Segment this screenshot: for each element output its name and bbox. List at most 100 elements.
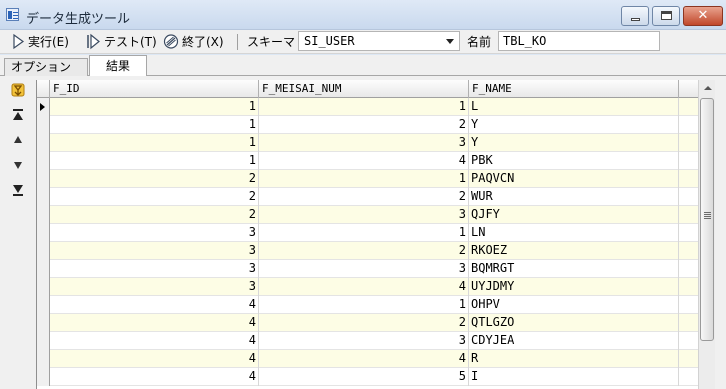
table-row[interactable]: 3 1 LN (37, 224, 698, 242)
cell-f-name[interactable]: R (469, 350, 679, 368)
cell-f-id[interactable]: 3 (50, 278, 259, 296)
cell-f-id[interactable]: 2 (50, 206, 259, 224)
cell-f-name[interactable]: CDYJEA (469, 332, 679, 350)
cell-f-name[interactable]: UYJDMY (469, 278, 679, 296)
cell-f-id[interactable]: 1 (50, 98, 259, 116)
row-header[interactable] (37, 350, 50, 368)
cell-f-name[interactable]: WUR (469, 188, 679, 206)
table-row[interactable]: 45I (37, 368, 698, 386)
close-button[interactable]: ✕ (683, 6, 723, 26)
cell-f-meisai-num[interactable]: 1 (259, 296, 469, 314)
schema-select[interactable]: SI_USER (298, 31, 460, 51)
move-down-icon[interactable] (10, 157, 26, 173)
cell-f-meisai-num[interactable]: 2 (259, 314, 469, 332)
scroll-up-icon[interactable] (699, 80, 716, 97)
cell-f-name[interactable]: I (469, 368, 679, 386)
cell-f-id[interactable]: 1 (50, 116, 259, 134)
table-row[interactable]: 3 3 BQMRGT (37, 260, 698, 278)
cell-f-id[interactable]: 4 (50, 296, 259, 314)
cell-f-meisai-num[interactable]: 1 (259, 98, 469, 116)
cell-f-id[interactable]: 4 (50, 350, 259, 368)
cell-f-id[interactable]: 3 (50, 224, 259, 242)
row-header[interactable] (37, 206, 50, 224)
cell-f-id[interactable]: 3 (50, 260, 259, 278)
cell-f-meisai-num[interactable]: 3 (259, 134, 469, 152)
row-header[interactable] (37, 152, 50, 170)
cell-f-meisai-num[interactable]: 3 (259, 206, 469, 224)
row-header[interactable] (37, 278, 50, 296)
table-row[interactable]: 4 2 QTLGZO (37, 314, 698, 332)
cell-f-meisai-num[interactable]: 2 (259, 242, 469, 260)
row-header[interactable] (37, 332, 50, 350)
maximize-button[interactable] (652, 6, 680, 26)
move-bottom-icon[interactable] (10, 182, 26, 198)
cell-f-name[interactable]: Y (469, 116, 679, 134)
cell-f-meisai-num[interactable]: 1 (259, 170, 469, 188)
table-row[interactable]: 12Y (37, 116, 698, 134)
table-row[interactable]: 13Y (37, 134, 698, 152)
tab-results[interactable]: 結果 (89, 55, 147, 77)
table-row[interactable]: 44R (37, 350, 698, 368)
clear-icon[interactable] (10, 82, 26, 98)
move-top-icon[interactable] (10, 107, 26, 123)
cell-f-meisai-num[interactable]: 3 (259, 332, 469, 350)
cell-f-id[interactable]: 4 (50, 314, 259, 332)
cell-f-name[interactable]: RKOEZ (469, 242, 679, 260)
cell-f-meisai-num[interactable]: 3 (259, 260, 469, 278)
cell-f-name[interactable]: Y (469, 134, 679, 152)
results-grid[interactable]: F_ID F_MEISAI_NUM F_NAME 1 1 L 1 2 Y 1 3 Y 1 4 PBK 2… (36, 80, 698, 389)
row-header[interactable] (37, 188, 50, 206)
table-row[interactable]: 3 2 RKOEZ (37, 242, 698, 260)
cell-f-id[interactable]: 2 (50, 170, 259, 188)
cell-f-meisai-num[interactable]: 4 (259, 350, 469, 368)
cell-f-meisai-num[interactable]: 2 (259, 188, 469, 206)
table-row[interactable]: 2 3 QJFY (37, 206, 698, 224)
cell-f-meisai-num[interactable]: 4 (259, 278, 469, 296)
cell-f-name[interactable]: QJFY (469, 206, 679, 224)
table-row[interactable]: 3 4 UYJDMY (37, 278, 698, 296)
exit-button[interactable]: 終了(X) (182, 33, 224, 51)
cell-f-id[interactable]: 1 (50, 152, 259, 170)
cell-f-name[interactable]: L (469, 98, 679, 116)
row-header[interactable] (37, 242, 50, 260)
column-header-f-name[interactable]: F_NAME (469, 80, 679, 98)
row-header[interactable] (37, 224, 50, 242)
cell-f-name[interactable]: QTLGZO (469, 314, 679, 332)
row-header[interactable] (37, 368, 50, 386)
cell-f-meisai-num[interactable]: 4 (259, 152, 469, 170)
cell-f-id[interactable]: 4 (50, 368, 259, 386)
cell-f-name[interactable]: OHPV (469, 296, 679, 314)
cell-f-name[interactable]: LN (469, 224, 679, 242)
table-row[interactable]: 2 1 PAQVCN (37, 170, 698, 188)
cell-f-meisai-num[interactable]: 1 (259, 224, 469, 242)
row-header[interactable] (37, 134, 50, 152)
row-header[interactable] (37, 116, 50, 134)
table-row[interactable]: 4 1 OHPV (37, 296, 698, 314)
tab-options[interactable]: オプション (4, 58, 88, 76)
minimize-button[interactable] (621, 6, 649, 26)
table-row[interactable]: 2 2 WUR (37, 188, 698, 206)
cell-f-meisai-num[interactable]: 5 (259, 368, 469, 386)
cell-f-name[interactable]: BQMRGT (469, 260, 679, 278)
cell-f-id[interactable]: 2 (50, 188, 259, 206)
row-header[interactable] (37, 296, 50, 314)
test-button[interactable]: テスト(T) (104, 33, 157, 51)
table-row[interactable]: 1 4 PBK (37, 152, 698, 170)
row-header[interactable] (37, 260, 50, 278)
cell-f-name[interactable]: PAQVCN (469, 170, 679, 188)
row-header[interactable] (37, 98, 50, 116)
row-header[interactable] (37, 314, 50, 332)
cell-f-name[interactable]: PBK (469, 152, 679, 170)
cell-f-id[interactable]: 4 (50, 332, 259, 350)
cell-f-meisai-num[interactable]: 2 (259, 116, 469, 134)
table-row[interactable]: 4 3 CDYJEA (37, 332, 698, 350)
move-up-icon[interactable] (10, 132, 26, 148)
vertical-scrollbar[interactable] (698, 80, 715, 389)
name-input[interactable]: TBL_KO (498, 31, 660, 51)
row-header[interactable] (37, 170, 50, 188)
cell-f-id[interactable]: 3 (50, 242, 259, 260)
column-header-f-meisai-num[interactable]: F_MEISAI_NUM (259, 80, 469, 98)
scroll-thumb[interactable] (700, 98, 714, 341)
run-button[interactable]: 実行(E) (28, 33, 69, 51)
column-header-f-id[interactable]: F_ID (50, 80, 259, 98)
